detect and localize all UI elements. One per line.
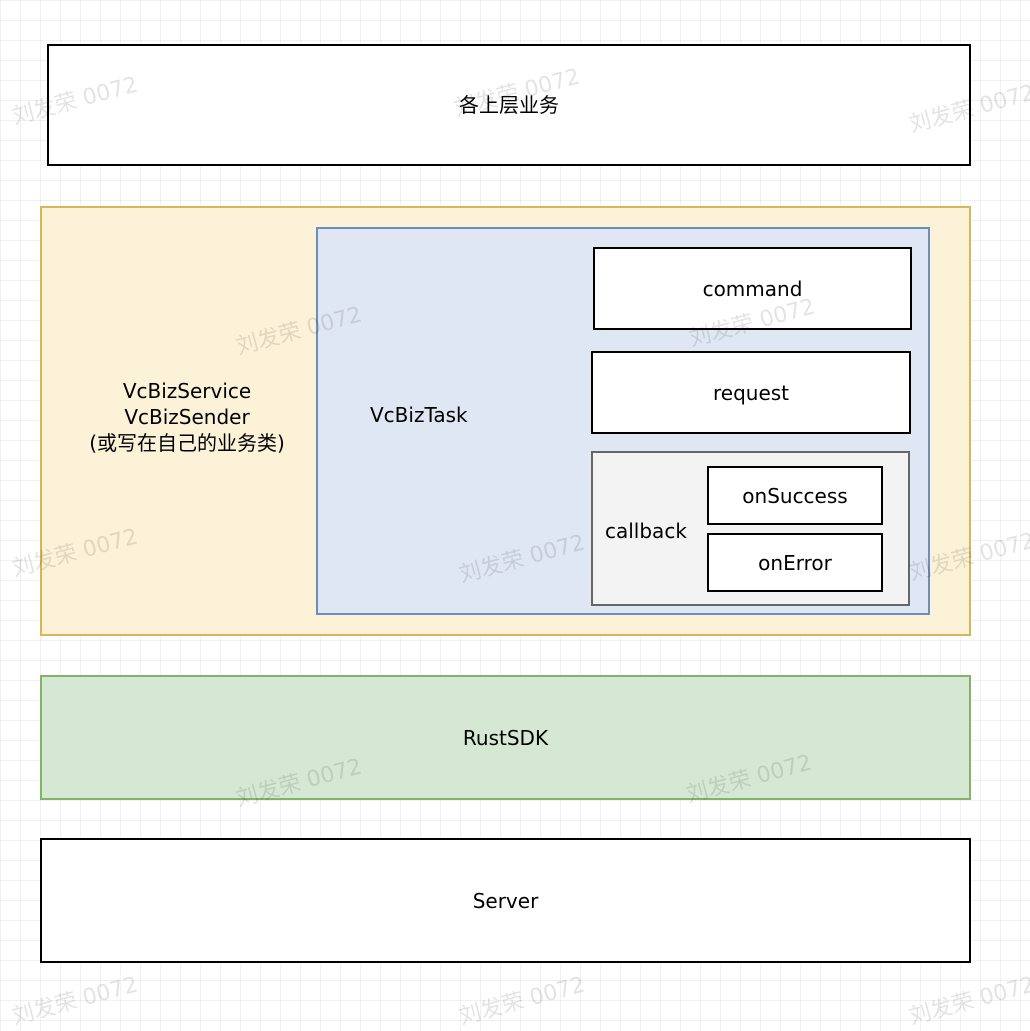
rust-sdk-label: RustSDK (462, 725, 549, 750)
callback-label: callback (605, 519, 687, 543)
request-box: request (591, 351, 911, 434)
rust-sdk-layer: RustSDK (40, 675, 971, 800)
service-line-1: VcBizService (122, 379, 252, 403)
upper-business-label: 各上层业务 (459, 93, 559, 117)
watermark: 刘发荣 0072 (456, 972, 588, 1030)
service-line-3: (或写在自己的业务类) (89, 431, 285, 455)
task-label: VcBizTask (370, 403, 468, 427)
server-label: Server (472, 888, 539, 913)
service-line-2: VcBizSender (124, 405, 250, 429)
server-layer: Server (40, 838, 971, 963)
request-label: request (712, 380, 790, 405)
command-label: command (702, 276, 803, 301)
on-success-label: onSuccess (742, 483, 848, 508)
service-label: VcBizService VcBizSender (或写在自己的业务类) (57, 378, 317, 456)
on-success-box: onSuccess (707, 466, 883, 525)
command-box: command (593, 247, 912, 330)
upper-business-layer: 各上层业务 (47, 44, 971, 166)
on-error-box: onError (707, 533, 883, 592)
watermark: 刘发荣 0072 (9, 972, 141, 1030)
watermark: 刘发荣 0072 (906, 972, 1030, 1030)
on-error-label: onError (758, 550, 832, 575)
